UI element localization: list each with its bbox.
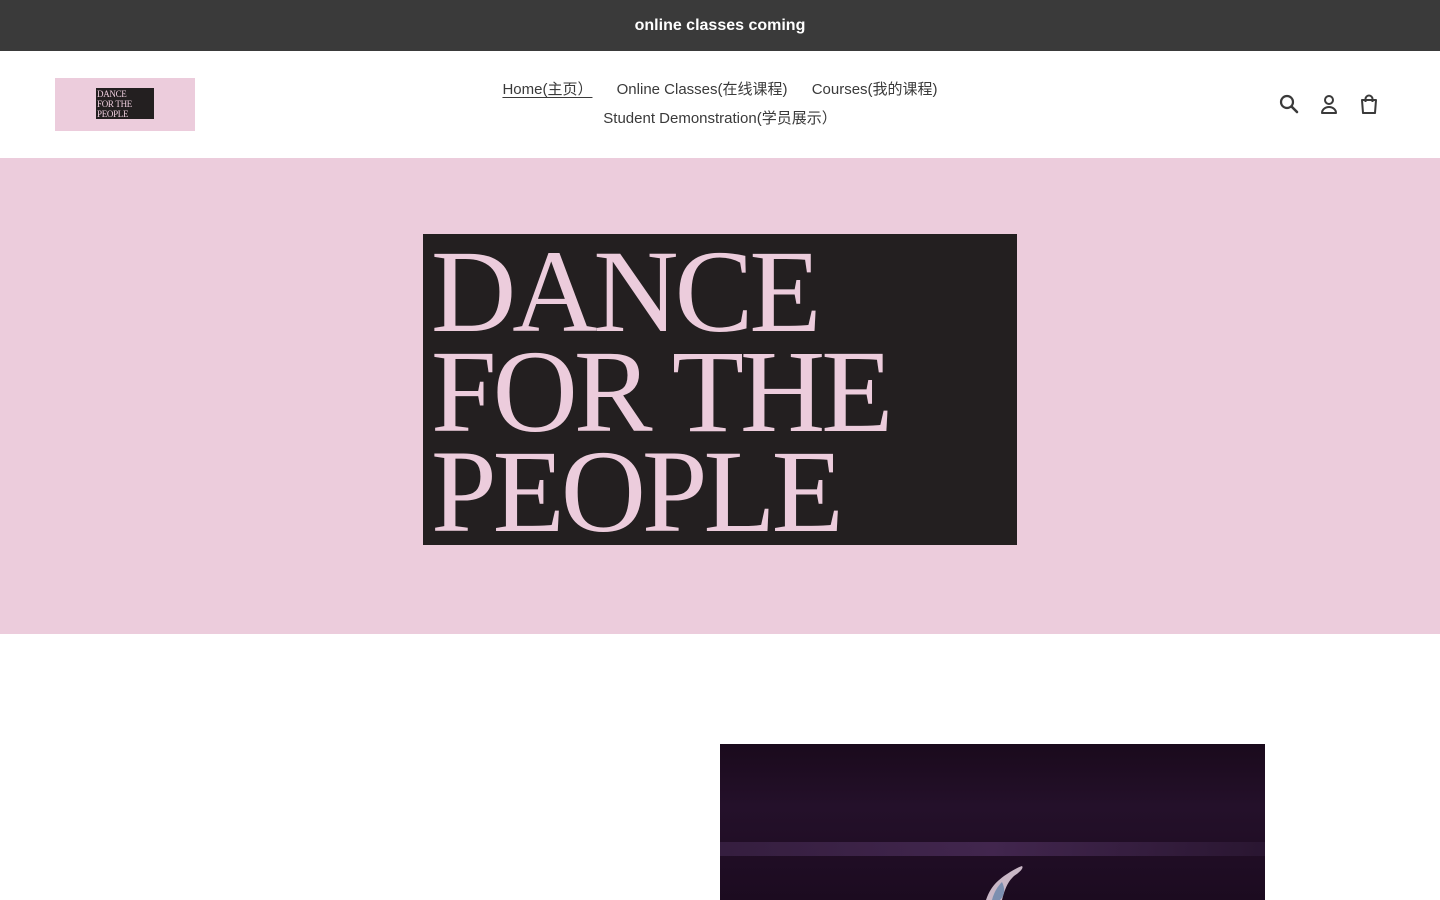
- site-logo[interactable]: DANCE FOR THE PEOPLE: [55, 78, 195, 131]
- nav-link-student-demonstration[interactable]: Student Demonstration(学员展示）: [603, 110, 836, 127]
- main-nav: Home(主页） Online Classes(在线课程) Courses(我的…: [440, 75, 1000, 133]
- hero-logo-image: DANCE FOR THE PEOPLE: [423, 234, 1017, 545]
- cart-icon[interactable]: [1358, 93, 1380, 115]
- announcement-bar[interactable]: online classes coming: [0, 0, 1440, 51]
- nav-link-online-classes[interactable]: Online Classes(在线课程): [617, 81, 788, 98]
- dancer-hand: [986, 866, 1023, 900]
- stage-band: [720, 842, 1265, 856]
- nav-link-home[interactable]: Home(主页）: [502, 81, 592, 98]
- site-logo-wordmark: DANCE FOR THE PEOPLE: [96, 88, 154, 119]
- site-header: DANCE FOR THE PEOPLE Home(主页） Online Cla…: [0, 51, 1440, 158]
- hero-banner: DANCE FOR THE PEOPLE: [0, 158, 1440, 634]
- search-icon[interactable]: [1278, 93, 1300, 115]
- content-section: [0, 634, 1440, 900]
- announcement-text: online classes coming: [634, 16, 806, 34]
- account-icon[interactable]: [1318, 93, 1340, 115]
- dancer-photo: [720, 744, 1265, 900]
- nav-link-courses[interactable]: Courses(我的课程): [812, 81, 938, 98]
- header-icons: [1278, 93, 1380, 115]
